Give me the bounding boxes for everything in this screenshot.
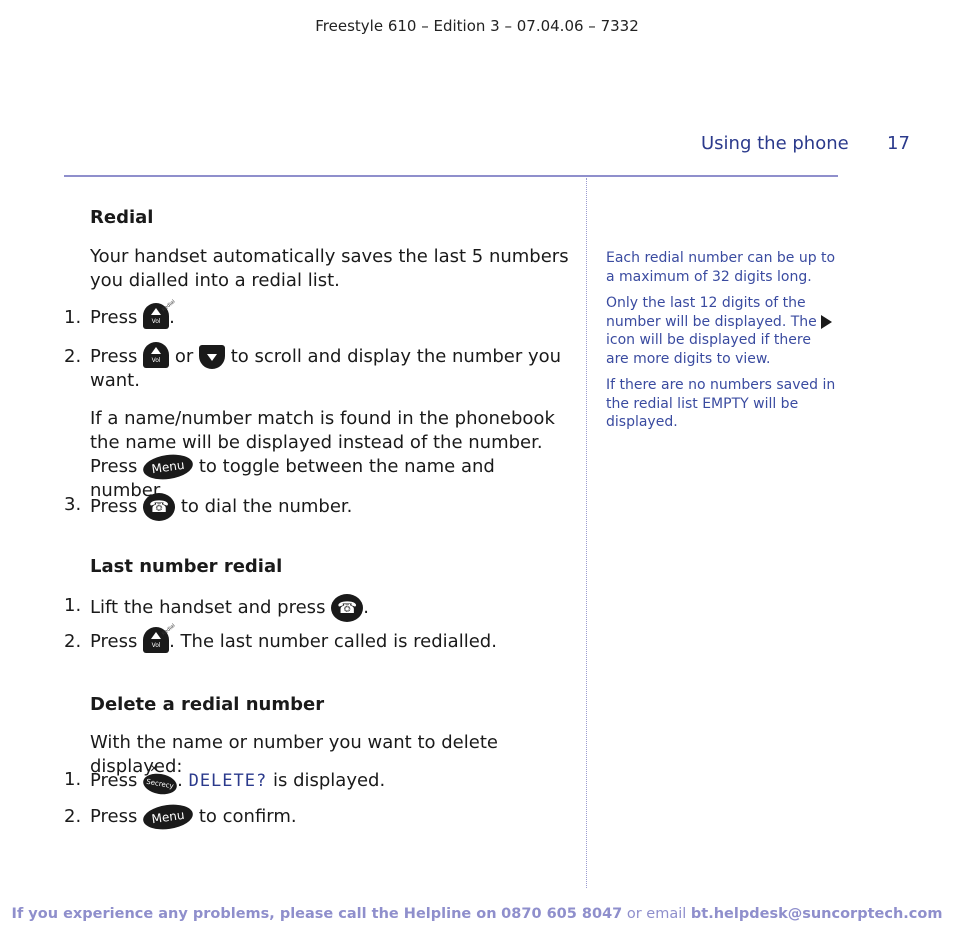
up-vol-redial-key-icon: Vol Redial	[143, 623, 177, 653]
section-title: Using the phone	[701, 133, 849, 154]
secrecy-key-icon: ✕ Secrecy	[141, 762, 179, 797]
step-number: 2.	[64, 806, 82, 827]
helpline-phone: 0870 605 8047	[501, 906, 623, 922]
column-divider	[586, 178, 587, 888]
step-number: 3.	[64, 494, 82, 515]
redial-heading: Redial	[90, 207, 154, 228]
step-number: 1.	[64, 769, 82, 790]
up-vol-key-icon: Vol	[143, 342, 170, 368]
up-vol-redial-key-icon: Vol Redial	[143, 299, 177, 329]
step-number: 2.	[64, 631, 82, 652]
step-number: 1.	[64, 307, 82, 328]
document-header: Freestyle 610 – Edition 3 – 07.04.06 – 7…	[315, 17, 639, 35]
header-rule	[64, 175, 838, 177]
menu-key-icon: Menu	[141, 451, 195, 483]
page-number: 17	[887, 133, 910, 154]
talk-key-icon: ☎	[143, 493, 176, 521]
delete-redial-heading: Delete a redial number	[90, 694, 325, 715]
step-number: 1.	[64, 595, 82, 616]
talk-key-icon: ☎	[331, 594, 364, 622]
step-number: 2.	[64, 346, 82, 367]
step-text: Press	[90, 307, 138, 328]
side-note-3: If there are no numbers saved in the red…	[606, 377, 836, 430]
footer-helpline: If you experience any problems, please c…	[11, 906, 943, 922]
redial-intro: Your handset automatically saves the las…	[90, 246, 569, 291]
lcd-display-text: DELETE?	[188, 771, 268, 791]
side-note-1: Each redial number can be up to a maximu…	[606, 250, 836, 285]
menu-key-icon: Menu	[141, 801, 195, 833]
side-note-2: Only the last 12 digits of the number wi…	[606, 294, 838, 368]
down-key-icon	[199, 345, 225, 369]
more-digits-arrow-icon	[821, 314, 833, 329]
helpdesk-email: bt.helpdesk@suncorptech.com	[690, 906, 943, 922]
last-number-redial-heading: Last number redial	[90, 556, 283, 577]
redial-match-text: If a name/number match is found in the p…	[90, 408, 555, 501]
